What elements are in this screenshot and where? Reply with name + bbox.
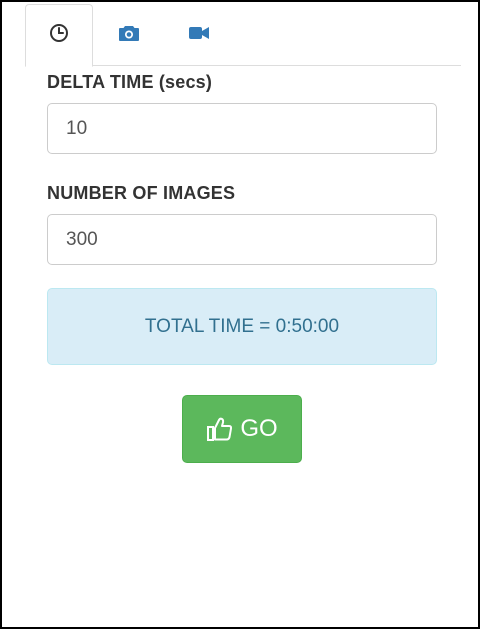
total-time-alert: TOTAL TIME = 0:50:00 — [47, 288, 437, 365]
tab-video[interactable] — [165, 4, 233, 66]
tab-camera[interactable] — [95, 4, 163, 66]
video-camera-icon — [188, 25, 210, 46]
num-images-label: NUMBER OF IMAGES — [47, 183, 236, 203]
thumbs-up-icon — [206, 416, 234, 442]
tab-timelapse[interactable] — [25, 4, 93, 67]
go-button[interactable]: GO — [182, 395, 302, 463]
delta-time-label: DELTA TIME (secs) — [47, 72, 213, 92]
num-images-input[interactable] — [47, 214, 437, 265]
total-time-text: TOTAL TIME = 0:50:00 — [144, 315, 340, 337]
app-frame: DELTA TIME (secs) NUMBER OF IMAGES TOTAL… — [0, 0, 480, 629]
tab-bar — [25, 4, 461, 67]
clock-icon — [49, 23, 69, 48]
camera-icon — [118, 24, 140, 47]
go-button-label: GO — [240, 415, 278, 442]
delta-time-input[interactable] — [47, 103, 437, 154]
